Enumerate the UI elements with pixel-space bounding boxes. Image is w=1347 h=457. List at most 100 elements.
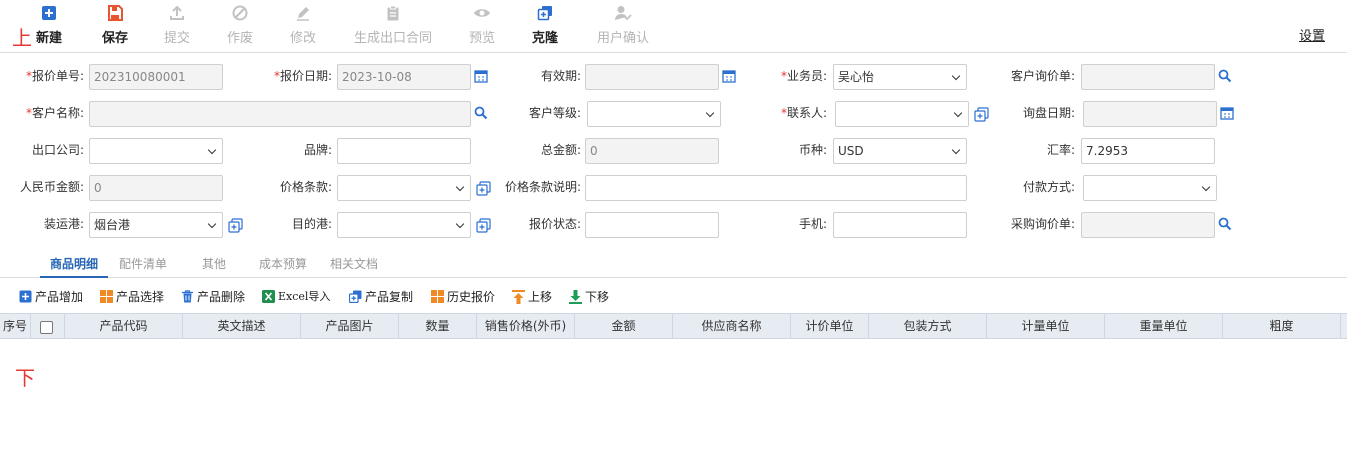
calendar-icon[interactable]	[721, 68, 737, 84]
grid-toolbar: 产品增加 产品选择 产品删除 Excel导入 产品复制 历史报价 上移 下移	[0, 284, 1347, 310]
contact-select[interactable]	[835, 101, 969, 127]
column-header[interactable]: 金额	[575, 314, 673, 338]
validity-input[interactable]	[585, 64, 719, 90]
tab-cost-budget[interactable]: 成本预算	[259, 255, 307, 272]
column-header[interactable]: 产品图片	[301, 314, 399, 338]
trash-icon	[181, 290, 194, 303]
salesman-select[interactable]: 吴心怡	[833, 64, 967, 90]
mobile-input[interactable]	[833, 212, 967, 238]
search-icon[interactable]	[473, 105, 489, 121]
rmb-amount-input[interactable]: 0	[89, 175, 223, 201]
move-down-label: 下移	[585, 290, 610, 304]
price-terms-desc-input[interactable]	[585, 175, 967, 201]
submit-button[interactable]: 提交	[164, 4, 190, 48]
currency-select[interactable]: USD	[833, 138, 967, 164]
inquiry-date-label: 询盘日期:	[1022, 106, 1075, 120]
preview-button[interactable]: 预览	[469, 4, 495, 48]
excel-import-button[interactable]: Excel导入	[262, 288, 330, 304]
search-icon[interactable]	[1217, 68, 1233, 84]
total-amount-input[interactable]: 0	[585, 138, 719, 164]
preview-label: 预览	[469, 31, 496, 46]
grid-icon	[100, 290, 113, 303]
inquiry-date-input[interactable]	[1083, 101, 1217, 127]
move-down-button[interactable]: 下移	[569, 288, 609, 305]
clone-button[interactable]: 克隆	[532, 4, 558, 48]
quote-form: *报价单号: 202310080001 *报价日期: 2023-10-08 有效…	[0, 53, 1347, 243]
quote-status-label: 报价状态:	[528, 217, 581, 231]
tab-other[interactable]: 其他	[202, 255, 226, 272]
price-terms-select[interactable]	[337, 175, 471, 201]
quote-date-input[interactable]: 2023-10-08	[337, 64, 471, 90]
generate-contract-button[interactable]: 生成出口合同	[354, 4, 432, 48]
tab-parts-list[interactable]: 配件清单	[119, 255, 167, 272]
export-company-select[interactable]	[89, 138, 223, 164]
marker-bottom: 下	[15, 366, 35, 390]
customer-inquiry-input[interactable]	[1081, 64, 1215, 90]
column-header[interactable]: 包装方式	[869, 314, 987, 338]
brand-input[interactable]	[337, 138, 471, 164]
product-add-button[interactable]: 产品增加	[19, 288, 83, 305]
column-header[interactable]: 产品代码	[65, 314, 183, 338]
user-confirm-button[interactable]: 用户确认	[597, 4, 649, 48]
history-quote-button[interactable]: 历史报价	[431, 288, 495, 305]
add-icon[interactable]	[475, 180, 491, 196]
quote-no-label: *报价单号:	[25, 69, 84, 83]
calendar-icon[interactable]	[1219, 105, 1235, 121]
history-quote-label: 历史报价	[447, 290, 496, 304]
column-header[interactable]: 计价单位	[791, 314, 869, 338]
pencil-icon	[294, 4, 312, 22]
excel-import-label: Excel导入	[278, 290, 331, 303]
price-terms-desc-label: 价格条款说明:	[504, 180, 581, 194]
product-select-label: 产品选择	[116, 290, 165, 304]
save-button[interactable]: 保存	[102, 4, 128, 48]
calendar-icon[interactable]	[473, 68, 489, 84]
price-terms-label: 价格条款:	[279, 180, 332, 194]
customer-level-select[interactable]	[587, 101, 721, 127]
move-up-button[interactable]: 上移	[512, 288, 552, 305]
clone-icon	[536, 4, 554, 22]
modify-label: 修改	[290, 31, 317, 46]
modify-button[interactable]: 修改	[290, 4, 316, 48]
eye-icon	[473, 4, 491, 22]
total-amount-label: 总金额:	[540, 143, 581, 157]
column-header[interactable]: 粗度	[1223, 314, 1341, 338]
void-button[interactable]: 作废	[227, 4, 253, 48]
tab-product-details[interactable]: 商品明细	[50, 255, 98, 272]
customer-name-input[interactable]	[89, 101, 471, 127]
exchange-rate-input[interactable]: 7.2953	[1081, 138, 1215, 164]
destination-port-select[interactable]	[337, 212, 471, 238]
select-all-checkbox[interactable]	[40, 321, 53, 334]
loading-port-select[interactable]: 烟台港	[89, 212, 223, 238]
add-icon[interactable]	[227, 217, 243, 233]
product-delete-button[interactable]: 产品删除	[181, 288, 245, 305]
product-delete-label: 产品删除	[197, 290, 246, 304]
quote-date-label: *报价日期:	[273, 69, 332, 83]
settings-link[interactable]: 设置	[1299, 25, 1325, 44]
product-copy-button[interactable]: 产品复制	[349, 288, 413, 305]
save-icon	[106, 4, 124, 22]
contact-label: *联系人:	[780, 106, 827, 120]
column-header[interactable]: 序号	[0, 314, 31, 338]
purchase-inquiry-input[interactable]	[1081, 212, 1215, 238]
user-confirm-label: 用户确认	[597, 31, 650, 46]
column-header[interactable]: 英文描述	[183, 314, 301, 338]
column-header[interactable]: 计量单位	[987, 314, 1105, 338]
product-select-button[interactable]: 产品选择	[100, 288, 164, 305]
rmb-amount-label: 人民币金额:	[19, 180, 84, 194]
marker-top: 上	[12, 26, 32, 50]
quote-no-input[interactable]: 202310080001	[89, 64, 223, 90]
quote-status-input[interactable]	[585, 212, 719, 238]
generate-contract-label: 生成出口合同	[354, 31, 433, 46]
product-add-label: 产品增加	[35, 290, 84, 304]
new-button[interactable]: 新建	[36, 4, 62, 48]
tab-related-docs[interactable]: 相关文档	[330, 255, 378, 272]
column-header[interactable]: 销售价格(外币)	[477, 314, 575, 338]
search-icon[interactable]	[1217, 216, 1233, 232]
ban-icon	[231, 4, 249, 22]
add-icon[interactable]	[475, 217, 491, 233]
save-label: 保存	[102, 31, 129, 46]
column-header[interactable]: 供应商名称	[673, 314, 791, 338]
column-header[interactable]: 数量	[399, 314, 477, 338]
column-header[interactable]: 重量单位	[1105, 314, 1223, 338]
payment-method-select[interactable]	[1083, 175, 1217, 201]
